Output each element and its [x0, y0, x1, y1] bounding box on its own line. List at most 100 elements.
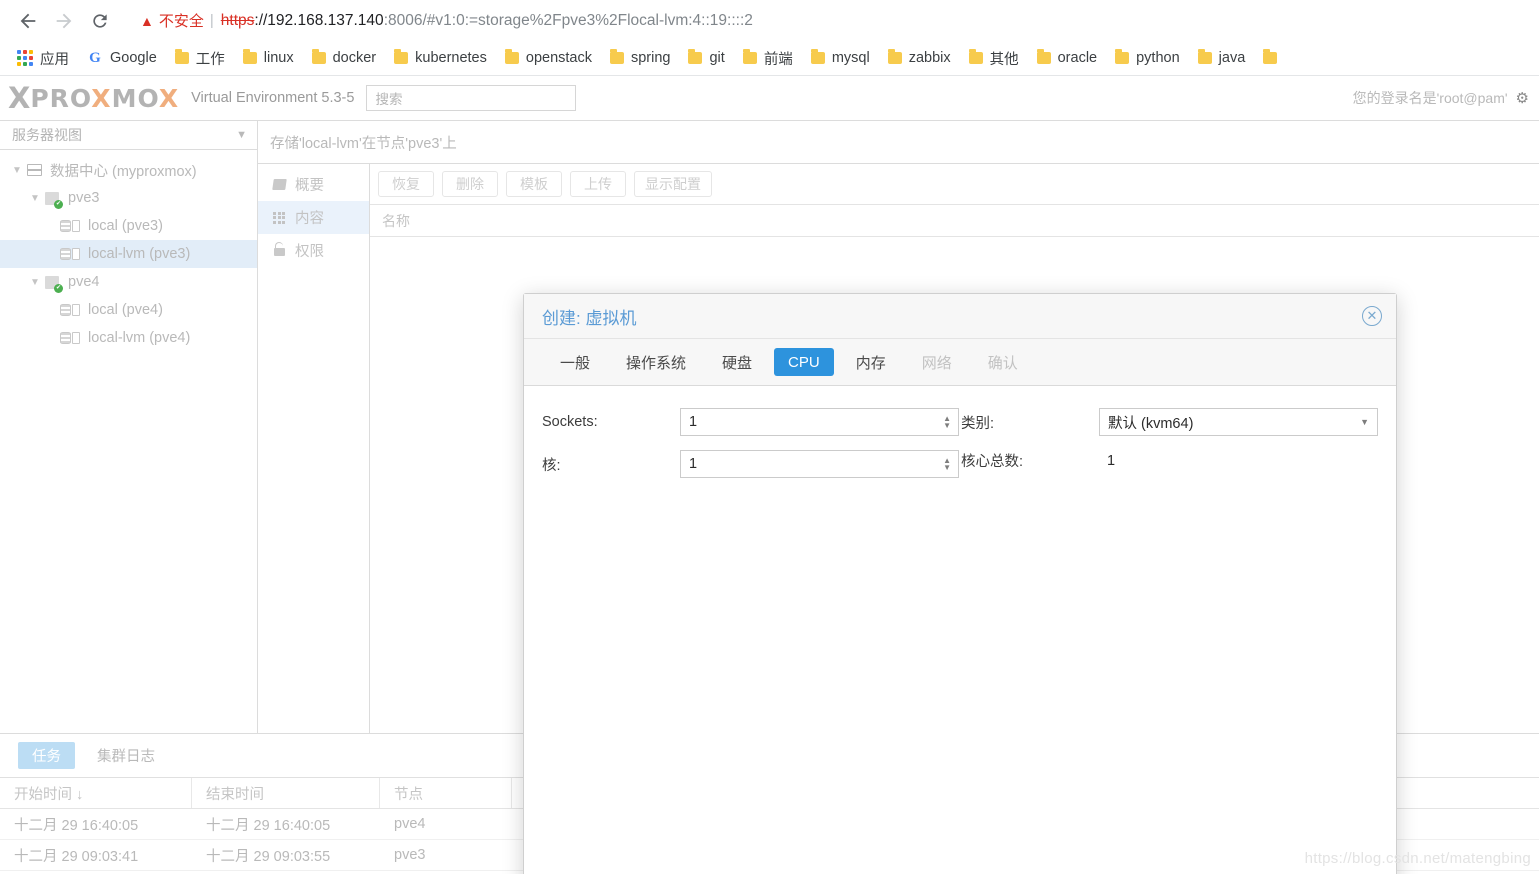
expand-chevron-icon[interactable]: ▼ — [10, 165, 24, 176]
forward-arrow-icon[interactable] — [46, 5, 82, 37]
bookmark-label: oracle — [1057, 50, 1098, 66]
omnibox-separator: | — [209, 12, 214, 29]
tab-cluster-log[interactable]: 集群日志 — [83, 742, 169, 769]
chevron-down-icon: ▼ — [236, 129, 247, 141]
column-header-end-time[interactable]: 结束时间 — [192, 778, 380, 808]
sidebar-view-selector[interactable]: 服务器视图 ▼ — [0, 121, 257, 150]
folder-icon — [1115, 49, 1130, 64]
sidebar-view-label: 服务器视图 — [12, 127, 82, 143]
bookmark-folder-overflow[interactable] — [1254, 45, 1286, 71]
bookmark-folder-frontend[interactable]: 前端 — [734, 45, 802, 71]
sockets-stepper[interactable]: 1 ▲ ▼ — [680, 408, 959, 436]
column-header-node[interactable]: 节点 — [380, 778, 512, 808]
content-nav-label: 概要 — [295, 178, 324, 194]
bookmark-folder-oracle[interactable]: oracle — [1028, 45, 1107, 71]
back-arrow-icon[interactable] — [10, 5, 46, 37]
gear-icon[interactable]: ⚙ — [1516, 89, 1529, 107]
expand-chevron-icon[interactable]: ▼ — [28, 193, 42, 204]
cell-start-time: 十二月 29 16:40:05 — [14, 817, 139, 834]
close-icon[interactable]: ✕ — [1362, 306, 1382, 326]
node-icon — [42, 191, 63, 209]
bookmark-folder-kubernetes[interactable]: kubernetes — [385, 45, 496, 71]
bookmark-folder-python[interactable]: python — [1106, 45, 1189, 71]
tree-item-local-pve3[interactable]: local (pve3) — [0, 212, 257, 240]
tree-item-local-lvm-pve3[interactable]: local-lvm (pve3) — [0, 240, 257, 268]
bookmark-folder-work[interactable]: 工作 — [166, 45, 234, 71]
expand-chevron-icon[interactable]: ▼ — [28, 277, 42, 288]
bookmark-label: linux — [263, 50, 294, 66]
tree-item-label: local (pve3) — [88, 218, 163, 234]
tab-memory[interactable]: 内存 — [842, 348, 900, 376]
tree-item-datacenter[interactable]: ▼ 数据中心 (myproxmox) — [0, 156, 257, 184]
folder-icon — [810, 49, 825, 64]
upload-button[interactable]: 上传 — [570, 171, 626, 197]
content-nav-label: 权限 — [295, 244, 324, 260]
logo-x-mark: X — [8, 80, 30, 115]
folder-icon — [394, 49, 409, 64]
google-g-icon: G — [89, 49, 101, 66]
folder-icon — [242, 49, 257, 64]
chevron-down-icon: ▼ — [1360, 417, 1369, 427]
cores-label: 核: — [542, 457, 561, 474]
address-bar[interactable]: ▲ 不安全 | https://192.168.137.140:8006/#v1… — [126, 5, 1529, 36]
tree-item-local-lvm-pve4[interactable]: local-lvm (pve4) — [0, 324, 257, 352]
content-nav-item-content[interactable]: 内容 — [258, 201, 369, 234]
dialog-tabs: 一般 操作系统 硬盘 CPU 内存 网络 确认 — [524, 339, 1396, 386]
delete-button[interactable]: 删除 — [442, 171, 498, 197]
bookmark-google[interactable]: G Google — [78, 45, 166, 71]
browser-chrome: ▲ 不安全 | https://192.168.137.140:8006/#v1… — [0, 0, 1539, 76]
bookmark-folder-other[interactable]: 其他 — [960, 45, 1028, 71]
bookmark-label: zabbix — [908, 50, 951, 66]
total-cores-value: 1 — [1107, 452, 1116, 469]
storage-icon — [60, 332, 80, 344]
bookmark-folder-zabbix[interactable]: zabbix — [879, 45, 960, 71]
bookmark-apps[interactable]: 应用 — [8, 45, 78, 71]
sidebar: 服务器视图 ▼ ▼ 数据中心 (myproxmox) ▼ pve3 local … — [0, 121, 258, 733]
tab-network[interactable]: 网络 — [908, 348, 966, 376]
cores-stepper[interactable]: 1 ▲ ▼ — [680, 450, 959, 478]
content-nav-item-summary[interactable]: 概要 — [258, 168, 369, 201]
bookmark-folder-spring[interactable]: spring — [601, 45, 680, 71]
url-path: :8006/#v1:0:=storage%2Fpve3%2Flocal-lvm:… — [383, 11, 753, 29]
template-button[interactable]: 模板 — [506, 171, 562, 197]
tab-tasks[interactable]: 任务 — [18, 742, 75, 769]
logo-wordmark: PROXMOX — [30, 83, 180, 113]
bookmark-folder-java[interactable]: java — [1189, 45, 1255, 71]
dialog-body: Sockets: 1 ▲ ▼ 核: 1 ▲ ▼ 类别: 默认 (kvm64) ▼… — [524, 386, 1396, 874]
content-nav-item-permissions[interactable]: 权限 — [258, 234, 369, 267]
folder-icon — [1197, 49, 1212, 64]
stepper-arrows-icon[interactable]: ▲ ▼ — [943, 415, 951, 430]
folder-icon — [504, 49, 519, 64]
tree-item-local-pve4[interactable]: local (pve4) — [0, 296, 257, 324]
bookmark-folder-linux[interactable]: linux — [234, 45, 303, 71]
tab-hard-disk[interactable]: 硬盘 — [708, 348, 766, 376]
bookmark-folder-git[interactable]: git — [679, 45, 733, 71]
bookmark-folder-openstack[interactable]: openstack — [496, 45, 601, 71]
tree-item-pve3[interactable]: ▼ pve3 — [0, 184, 257, 212]
stepper-arrows-icon[interactable]: ▲ ▼ — [943, 457, 951, 472]
bookmark-label: Google — [110, 50, 157, 66]
reload-icon[interactable] — [82, 5, 118, 37]
watermark: https://blog.csdn.net/matengbing — [1304, 850, 1531, 867]
bookmark-folder-mysql[interactable]: mysql — [802, 45, 879, 71]
bookmark-folder-docker[interactable]: docker — [303, 45, 386, 71]
search-input[interactable]: 搜索 — [366, 85, 577, 111]
pve-header: X PROXMOX Virtual Environment 5.3-5 搜索 您… — [0, 76, 1539, 121]
tab-cpu[interactable]: CPU — [774, 348, 834, 376]
cpu-type-label: 类别: — [961, 415, 995, 432]
content-table-header: 名称 — [370, 205, 1539, 237]
tree-item-pve4[interactable]: ▼ pve4 — [0, 268, 257, 296]
summary-icon — [271, 178, 287, 192]
field-cores: 核: 1 ▲ ▼ — [542, 450, 961, 478]
cpu-type-select[interactable]: 默认 (kvm64) ▼ — [1099, 408, 1378, 436]
column-header-name[interactable]: 名称 — [370, 205, 510, 236]
show-config-button[interactable]: 显示配置 — [634, 171, 712, 197]
tab-general[interactable]: 一般 — [546, 348, 604, 376]
cpu-type-value: 默认 (kvm64) — [1108, 415, 1194, 432]
tab-os[interactable]: 操作系统 — [612, 348, 700, 376]
sockets-label: Sockets: — [542, 414, 598, 430]
folder-icon — [1263, 49, 1278, 64]
column-header-start-time[interactable]: 开始时间 ↓ — [0, 778, 192, 808]
restore-button[interactable]: 恢复 — [378, 171, 434, 197]
tab-confirm[interactable]: 确认 — [974, 348, 1032, 376]
